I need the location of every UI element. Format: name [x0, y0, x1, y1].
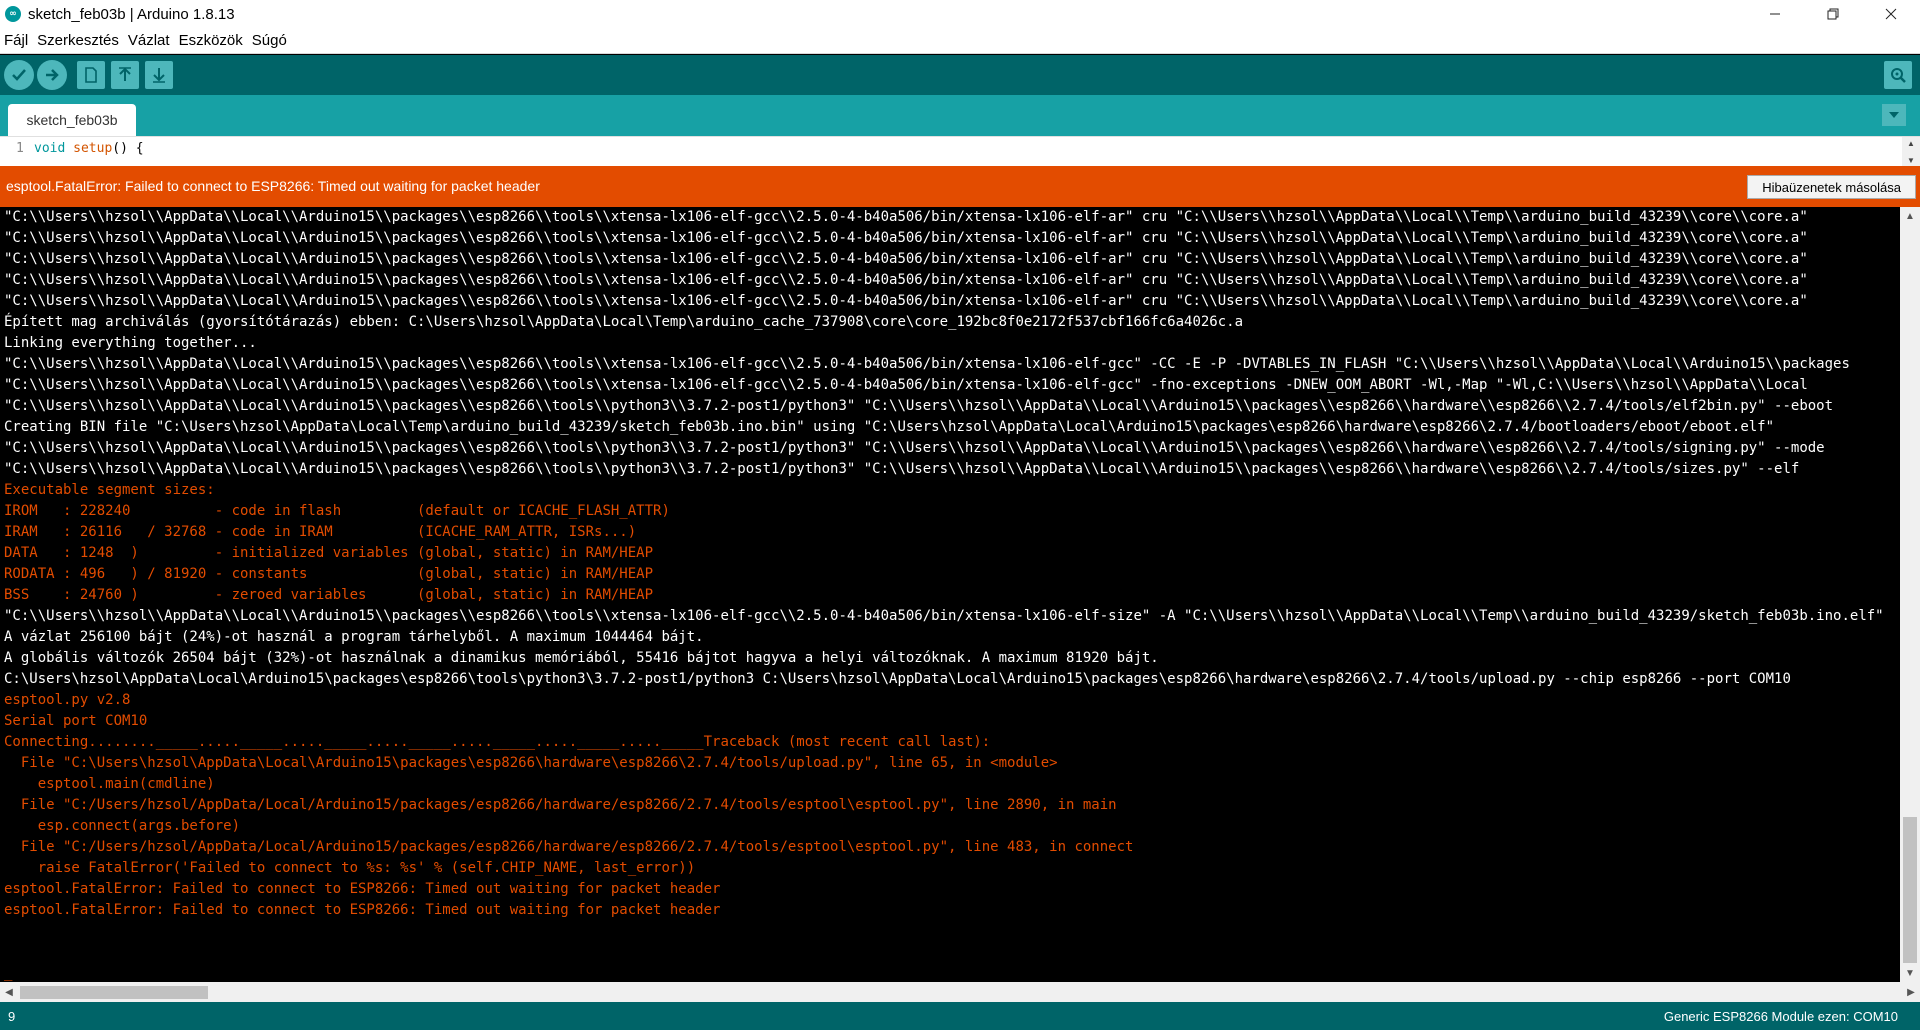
scrollbar-thumb[interactable]	[1903, 817, 1917, 963]
console-line: "C:\\Users\\hzsol\\AppData\\Local\\Ardui…	[4, 461, 1800, 477]
upload-button[interactable]	[37, 60, 67, 90]
console-line: "C:\\Users\\hzsol\\AppData\\Local\\Ardui…	[4, 272, 1808, 288]
console-line: esptool.py v2.8	[4, 692, 131, 708]
console-line: IROM : 228240 - code in flash (default o…	[4, 503, 670, 519]
tab-menu-button[interactable]	[1882, 104, 1906, 126]
console-line: "C:\\Users\\hzsol\\AppData\\Local\\Ardui…	[4, 398, 1834, 414]
window-controls	[1746, 0, 1920, 28]
editor-scrollbar[interactable]: ▲ ▼	[1902, 137, 1920, 167]
tab-sketch[interactable]: sketch_feb03b	[8, 104, 136, 136]
console-line: Creating BIN file "C:\Users\hzsol\AppDat…	[4, 419, 1775, 435]
console-line: Linking everything together...	[4, 335, 257, 351]
console-line: Épített mag archiválás (gyorsítótárazás)…	[4, 314, 1244, 330]
menu-help[interactable]: Súgó	[248, 32, 292, 49]
open-icon	[119, 67, 131, 81]
new-icon	[85, 67, 97, 83]
save-icon	[153, 68, 165, 83]
code-line[interactable]: void setup() {	[34, 141, 144, 156]
console-output[interactable]: "C:\\Users\\hzsol\\AppData\\Local\\Ardui…	[0, 207, 1900, 982]
console-line: Connecting........_____....._____.....__…	[4, 734, 991, 750]
console-line: File "C:/Users/hzsol/AppData/Local/Ardui…	[4, 839, 1134, 855]
status-bar: 9 Generic ESP8266 Module ezen: COM10	[0, 1002, 1920, 1030]
upload-icon	[46, 69, 59, 81]
scrollbar-thumb[interactable]	[20, 986, 208, 999]
arduino-logo-icon: ∞	[5, 6, 21, 22]
console-line: "C:\\Users\\hzsol\\AppData\\Local\\Ardui…	[4, 230, 1808, 246]
minimize-button[interactable]	[1746, 0, 1804, 28]
console-line: A globális változók 26504 bájt (32%)-ot …	[4, 650, 1159, 666]
console-line: "C:\\Users\\hzsol\\AppData\\Local\\Ardui…	[4, 356, 1850, 372]
menu-edit[interactable]: Szerkesztés	[33, 32, 124, 49]
console-line: BSS : 24760 ) - zeroed variables (global…	[4, 587, 654, 603]
console-line: IRAM : 26116 / 32768 - code in IRAM (ICA…	[4, 524, 637, 540]
code-function: setup	[73, 141, 113, 156]
console-line: raise FatalError('Failed to connect to %…	[4, 860, 696, 876]
verify-button[interactable]	[4, 60, 34, 90]
console-line: esptool.main(cmdline)	[4, 776, 215, 792]
console-line: DATA : 1248 ) - initialized variables (g…	[4, 545, 654, 561]
scroll-down-icon[interactable]: ▼	[1900, 964, 1920, 982]
console-line: esp.connect(args.before)	[4, 818, 241, 834]
close-icon	[1885, 8, 1897, 20]
open-button[interactable]	[111, 61, 139, 89]
toolbar	[0, 55, 1920, 95]
title-bar: ∞ sketch_feb03b | Arduino 1.8.13	[0, 0, 1920, 28]
menu-sketch[interactable]: Vázlat	[124, 32, 175, 49]
console-line: esptool.FatalError: Failed to connect to…	[4, 902, 721, 918]
code-keyword: void	[34, 141, 66, 156]
chevron-down-icon	[1889, 112, 1899, 118]
verify-icon	[12, 69, 26, 81]
console-line: "C:\\Users\\hzsol\\AppData\\Local\\Ardui…	[4, 209, 1808, 225]
console-line: Serial port COM10	[4, 713, 148, 729]
code-editor[interactable]: 1 void setup() { ▲ ▼	[0, 136, 1920, 167]
scroll-left-icon[interactable]: ◀	[0, 982, 18, 1002]
line-number: 1	[16, 141, 24, 156]
serial-monitor-button[interactable]	[1884, 61, 1912, 89]
restore-icon	[1827, 8, 1839, 20]
error-bar: esptool.FatalError: Failed to connect to…	[0, 166, 1920, 207]
minimize-icon	[1770, 13, 1780, 15]
menu-file[interactable]: Fájl	[0, 32, 33, 49]
console-line: esptool.FatalError: Failed to connect to…	[4, 881, 721, 897]
scroll-up-icon[interactable]: ▲	[1907, 139, 1915, 148]
copy-error-messages-button[interactable]: Hibaüzenetek másolása	[1747, 175, 1916, 199]
console-vertical-scrollbar[interactable]: ▲ ▼	[1900, 207, 1920, 982]
error-message: esptool.FatalError: Failed to connect to…	[6, 178, 540, 194]
maximize-button[interactable]	[1804, 0, 1862, 28]
console-line: "C:\\Users\\hzsol\\AppData\\Local\\Ardui…	[4, 293, 1808, 309]
console-line: C:\Users\hzsol\AppData\Local\Arduino15\p…	[4, 671, 1791, 687]
status-line-number: 9	[8, 1009, 16, 1024]
new-button[interactable]	[77, 61, 105, 89]
console-line: _	[4, 965, 13, 981]
window-title: sketch_feb03b | Arduino 1.8.13	[28, 5, 235, 23]
serial-monitor-icon	[1891, 68, 1906, 83]
code-rest: () {	[112, 141, 144, 156]
console-line: A vázlat 256100 bájt (24%)-ot használ a …	[4, 629, 704, 645]
console-line: RODATA : 496 ) / 81920 - constants (glob…	[4, 566, 654, 582]
menu-bar: Fájl Szerkesztés Vázlat Eszközök Súgó	[0, 28, 1920, 54]
save-button[interactable]	[145, 61, 173, 89]
scroll-down-icon[interactable]: ▼	[1907, 156, 1915, 165]
console-line: "C:\\Users\\hzsol\\AppData\\Local\\Ardui…	[4, 377, 1808, 393]
close-button[interactable]	[1862, 0, 1920, 28]
scroll-right-icon[interactable]: ▶	[1902, 982, 1920, 1002]
console-line: "C:\\Users\\hzsol\\AppData\\Local\\Ardui…	[4, 608, 1884, 624]
console-line: File "C:/Users/hzsol/AppData/Local/Ardui…	[4, 797, 1117, 813]
tab-bar: sketch_feb03b	[0, 95, 1920, 136]
console-horizontal-scrollbar[interactable]: ◀ ▶	[0, 982, 1920, 1002]
console-line: "C:\\Users\\hzsol\\AppData\\Local\\Ardui…	[4, 251, 1808, 267]
scroll-up-icon[interactable]: ▲	[1900, 207, 1920, 225]
menu-tools[interactable]: Eszközök	[175, 32, 248, 49]
console-line: File "C:\Users\hzsol\AppData\Local\Ardui…	[4, 755, 1058, 771]
console-line: Executable segment sizes:	[4, 482, 215, 498]
status-board-port: Generic ESP8266 Module ezen: COM10	[1663, 1009, 1898, 1024]
console-line: "C:\\Users\\hzsol\\AppData\\Local\\Ardui…	[4, 440, 1825, 456]
